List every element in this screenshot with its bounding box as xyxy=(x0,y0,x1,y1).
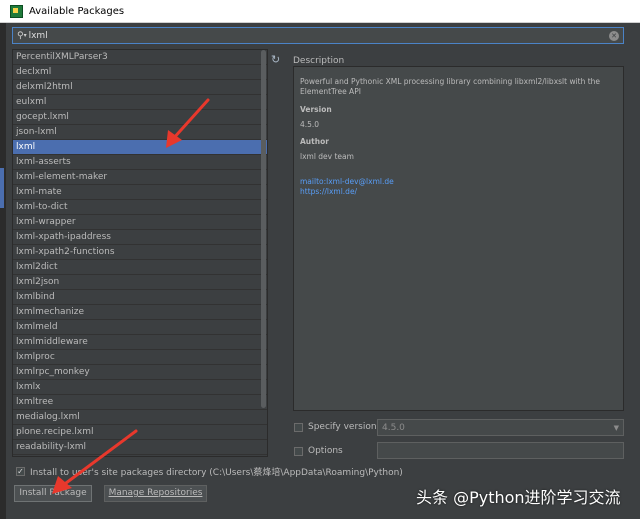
homepage-link[interactable]: https://lxml.de/ xyxy=(300,187,617,197)
version-select-value: 4.5.0 xyxy=(382,422,405,433)
version-select[interactable]: 4.5.0 ▼ xyxy=(377,419,624,436)
window-title: Available Packages xyxy=(29,5,125,17)
package-list-item[interactable]: lxml-xpath-ipaddress xyxy=(13,230,267,245)
package-list-item[interactable]: lxmlbind xyxy=(13,290,267,305)
package-list-scrollbar[interactable] xyxy=(261,50,266,408)
package-list-item[interactable]: PercentilXMLParser3 xyxy=(13,50,267,65)
package-list-item[interactable]: delxml2html xyxy=(13,80,267,95)
install-to-user-checkbox[interactable]: ✓ xyxy=(16,467,25,476)
options-input[interactable] xyxy=(377,442,624,459)
search-dropdown-icon[interactable]: ▾ xyxy=(24,32,27,39)
package-list-item[interactable]: lxml-xpath2-functions xyxy=(13,245,267,260)
version-heading: Version xyxy=(300,105,332,114)
author-heading: Author xyxy=(300,137,329,146)
package-list-item[interactable]: eulxml xyxy=(13,95,267,110)
package-list-item[interactable]: lxml-element-maker xyxy=(13,170,267,185)
package-list-item[interactable]: medialog.lxml xyxy=(13,410,267,425)
search-input[interactable] xyxy=(28,30,609,41)
package-list-item[interactable]: lxml2json xyxy=(13,275,267,290)
options-row[interactable]: Options xyxy=(294,446,343,456)
watermark-text: 头条 @Python进阶学习交流 xyxy=(416,488,621,507)
options-label: Options xyxy=(308,446,343,456)
description-text: Powerful and Pythonic XML processing lib… xyxy=(300,77,601,96)
package-list-item[interactable]: lxml-mate xyxy=(13,185,267,200)
refresh-icon[interactable]: ↻ xyxy=(271,53,280,66)
search-box[interactable]: ⚲ ▾ ✕ xyxy=(12,27,624,44)
version-value: 4.5.0 xyxy=(300,120,320,129)
specify-version-row[interactable]: Specify version xyxy=(294,422,377,432)
package-list-item[interactable]: declxml xyxy=(13,65,267,80)
mailto-link[interactable]: mailto:lxml-dev@lxml.de xyxy=(300,177,617,187)
annotation-arrow-button xyxy=(52,429,138,494)
package-list-item[interactable]: lxml2dict xyxy=(13,260,267,275)
options-checkbox[interactable] xyxy=(294,446,303,456)
annotation-arrow-list xyxy=(166,98,210,148)
pycharm-app-icon xyxy=(10,4,23,18)
package-list-item[interactable]: lxmlproc xyxy=(13,350,267,365)
package-list-item[interactable]: lxmlmechanize xyxy=(13,305,267,320)
package-list-item[interactable]: lxmlrpc_monkey xyxy=(13,365,267,380)
specify-version-label: Specify version xyxy=(308,422,377,432)
package-list-item[interactable]: lxmlmeld xyxy=(13,320,267,335)
package-list-item[interactable]: gocept.lxml xyxy=(13,110,267,125)
description-label: Description xyxy=(293,56,345,66)
package-list-item[interactable]: lxmlx xyxy=(13,380,267,395)
package-list-item[interactable]: lxml-wrapper xyxy=(13,215,267,230)
package-list-item[interactable]: lxml-to-dict xyxy=(13,200,267,215)
specify-version-checkbox[interactable] xyxy=(294,422,303,432)
package-list-item[interactable]: lxml-asserts xyxy=(13,155,267,170)
package-list-item[interactable]: json-lxml xyxy=(13,125,267,140)
package-list[interactable]: PercentilXMLParser3 declxml delxml2html eul… xyxy=(12,49,268,457)
background-ide-strip xyxy=(0,23,6,519)
package-list-item[interactable]: lxmlmiddleware xyxy=(13,335,267,350)
search-icon[interactable]: ⚲ xyxy=(17,31,24,41)
package-list-item[interactable]: lxml xyxy=(13,140,267,155)
author-value: lxml dev team xyxy=(300,152,354,161)
description-panel: Powerful and Pythonic XML processing lib… xyxy=(293,66,624,411)
package-list-item[interactable]: lxmltree xyxy=(13,395,267,410)
chevron-down-icon: ▼ xyxy=(613,423,619,432)
clear-search-icon[interactable]: ✕ xyxy=(609,30,619,41)
title-bar: Available Packages xyxy=(0,0,640,23)
